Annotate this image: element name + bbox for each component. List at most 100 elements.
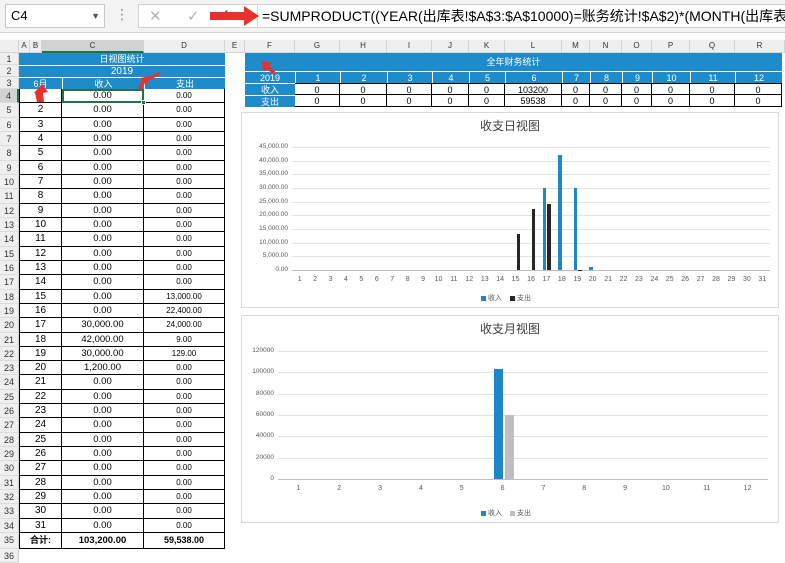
expense-bar[interactable] bbox=[504, 415, 514, 479]
column-header-p[interactable]: P bbox=[652, 40, 690, 53]
day-cell[interactable]: 13 bbox=[19, 260, 62, 276]
row-header-24[interactable]: 24 bbox=[0, 375, 19, 390]
expense-cell[interactable]: 24,000.00 bbox=[144, 318, 225, 333]
expense-cell[interactable]: 0.00 bbox=[144, 504, 225, 519]
day-cell[interactable]: 21 bbox=[19, 375, 62, 390]
row-header-4[interactable]: 4 bbox=[0, 89, 19, 104]
expense-cell[interactable]: 0.00 bbox=[144, 232, 225, 247]
formula-input[interactable]: =SUMPRODUCT((YEAR(出库表!$A$3:$A$10000)=账务统… bbox=[258, 4, 785, 28]
row-header-11[interactable]: 11 bbox=[0, 189, 19, 204]
more-options-icon[interactable]: ⋮ bbox=[115, 6, 129, 23]
expense-cell[interactable]: 0.00 bbox=[144, 203, 225, 218]
day-cell[interactable]: 23 bbox=[19, 404, 62, 419]
row-header-30[interactable]: 30 bbox=[0, 461, 19, 476]
day-cell[interactable]: 11 bbox=[19, 232, 62, 247]
income-cell[interactable]: 0.00 bbox=[62, 132, 144, 147]
income-cell[interactable]: 0.00 bbox=[62, 432, 144, 448]
row-header-13[interactable]: 13 bbox=[0, 217, 19, 233]
income-cell[interactable]: 0.00 bbox=[62, 475, 144, 491]
income-cell[interactable]: 0.00 bbox=[62, 174, 144, 190]
confirm-icon[interactable]: ✓ bbox=[187, 7, 200, 25]
column-header-e[interactable]: E bbox=[225, 40, 245, 53]
income-cell[interactable]: 0.00 bbox=[62, 461, 144, 476]
expense-cell[interactable]: 0.00 bbox=[144, 447, 225, 462]
day-cell[interactable]: 10 bbox=[19, 217, 62, 233]
row-header-3[interactable]: 3 bbox=[0, 77, 19, 90]
income-cell[interactable]: 0.00 bbox=[62, 89, 144, 104]
day-cell[interactable]: 15 bbox=[19, 289, 62, 304]
annual-income-cell[interactable]: 0 bbox=[469, 83, 505, 96]
income-bar[interactable] bbox=[543, 188, 547, 270]
expense-cell[interactable]: 9.00 bbox=[144, 332, 225, 347]
expense-cell[interactable]: 0.00 bbox=[144, 89, 225, 104]
expense-cell[interactable]: 0.00 bbox=[144, 117, 225, 133]
annual-expense-cell[interactable]: 59538 bbox=[505, 95, 562, 108]
row-header-21[interactable]: 21 bbox=[0, 332, 19, 347]
row-header-31[interactable]: 31 bbox=[0, 475, 19, 491]
fill-handle[interactable] bbox=[141, 100, 146, 106]
income-cell[interactable]: 0.00 bbox=[62, 189, 144, 204]
expense-cell[interactable]: 0.00 bbox=[144, 404, 225, 419]
row-header-34[interactable]: 34 bbox=[0, 518, 19, 533]
select-all-corner[interactable] bbox=[0, 40, 19, 53]
name-box[interactable]: C4 ▼ bbox=[5, 4, 105, 28]
annual-income-cell[interactable]: 0 bbox=[622, 83, 652, 96]
row-header-15[interactable]: 15 bbox=[0, 246, 19, 261]
cancel-icon[interactable]: ✕ bbox=[149, 7, 162, 25]
annual-expense-cell[interactable]: 0 bbox=[387, 95, 432, 108]
income-cell[interactable]: 0.00 bbox=[62, 260, 144, 276]
expense-cell[interactable]: 0.00 bbox=[144, 475, 225, 491]
expense-cell[interactable]: 0.00 bbox=[144, 103, 225, 118]
column-header-j[interactable]: J bbox=[432, 40, 469, 53]
annual-expense-cell[interactable]: 0 bbox=[622, 95, 652, 108]
day-cell[interactable]: 6 bbox=[19, 160, 62, 175]
income-cell[interactable]: 1,200.00 bbox=[62, 361, 144, 376]
chart-legend[interactable]: 收入 支出 bbox=[481, 293, 539, 303]
expense-cell[interactable]: 0.00 bbox=[144, 418, 225, 433]
income-cell[interactable]: 0.00 bbox=[62, 504, 144, 519]
day-cell[interactable]: 26 bbox=[19, 447, 62, 462]
income-bar[interactable] bbox=[493, 368, 503, 479]
column-header-l[interactable]: L bbox=[505, 40, 562, 53]
annual-income-cell[interactable]: 0 bbox=[387, 83, 432, 96]
income-cell[interactable]: 0.00 bbox=[62, 103, 144, 118]
income-cell[interactable]: 0.00 bbox=[62, 160, 144, 175]
row-header-22[interactable]: 22 bbox=[0, 346, 19, 362]
day-cell[interactable]: 17 bbox=[19, 318, 62, 333]
day-cell[interactable]: 19 bbox=[19, 346, 62, 362]
row-header-1[interactable]: 1 bbox=[0, 53, 19, 66]
expense-cell[interactable]: 0.00 bbox=[144, 389, 225, 405]
day-cell[interactable]: 8 bbox=[19, 189, 62, 204]
day-cell[interactable]: 2 bbox=[19, 103, 62, 118]
income-cell[interactable]: 0.00 bbox=[62, 289, 144, 304]
income-cell[interactable]: 0.00 bbox=[62, 232, 144, 247]
column-header-d[interactable]: D bbox=[144, 40, 225, 53]
expense-cell[interactable]: 22,400.00 bbox=[144, 303, 225, 319]
row-header-9[interactable]: 9 bbox=[0, 160, 19, 175]
row-header-5[interactable]: 5 bbox=[0, 103, 19, 118]
row-header-18[interactable]: 18 bbox=[0, 289, 19, 304]
row-header-20[interactable]: 20 bbox=[0, 318, 19, 333]
expense-cell[interactable]: 0.00 bbox=[144, 375, 225, 390]
annual-expense-cell[interactable]: 0 bbox=[690, 95, 735, 108]
day-cell[interactable]: 27 bbox=[19, 461, 62, 476]
row-header-25[interactable]: 25 bbox=[0, 389, 19, 405]
expense-cell[interactable]: 0.00 bbox=[144, 461, 225, 476]
annual-expense-cell[interactable]: 0 bbox=[295, 95, 340, 108]
day-cell[interactable]: 20 bbox=[19, 361, 62, 376]
income-cell[interactable]: 0.00 bbox=[62, 418, 144, 433]
income-cell[interactable]: 0.00 bbox=[62, 203, 144, 218]
column-header-k[interactable]: K bbox=[469, 40, 505, 53]
day-cell[interactable]: 29 bbox=[19, 490, 62, 505]
row-header-36[interactable]: 36 bbox=[0, 548, 19, 563]
income-cell[interactable]: 0.00 bbox=[62, 447, 144, 462]
income-cell[interactable]: 0.00 bbox=[62, 246, 144, 261]
row-header-29[interactable]: 29 bbox=[0, 447, 19, 462]
expense-cell[interactable]: 0.00 bbox=[144, 189, 225, 204]
expense-bar[interactable] bbox=[516, 234, 520, 270]
column-header-n[interactable]: N bbox=[590, 40, 622, 53]
expense-cell[interactable]: 0.00 bbox=[144, 217, 225, 233]
row-header-23[interactable]: 23 bbox=[0, 361, 19, 376]
row-header-26[interactable]: 26 bbox=[0, 404, 19, 419]
income-cell[interactable]: 0.00 bbox=[62, 217, 144, 233]
